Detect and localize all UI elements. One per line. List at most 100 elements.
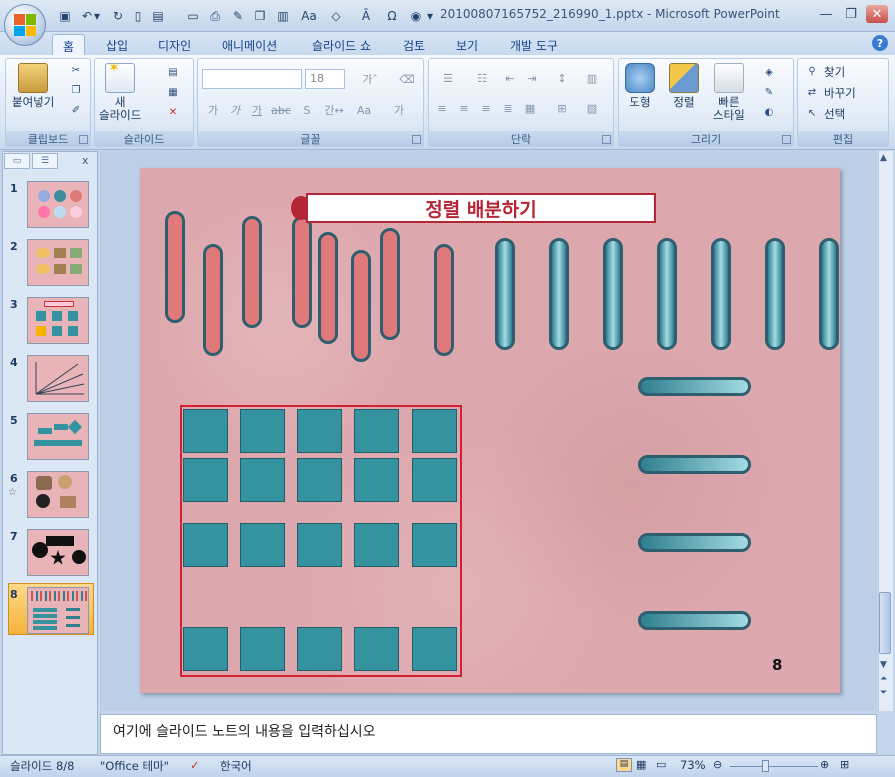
red-pill-shape[interactable] [434,244,454,356]
red-pill-shape[interactable] [292,216,312,328]
align-center-icon[interactable]: ≡ [455,99,473,117]
normal-view-icon[interactable]: ▤ [616,758,632,772]
delete-slide-icon[interactable]: ✕ [165,105,181,119]
tab-slideshow[interactable]: 슬라이드 쇼 [302,34,381,55]
italic-icon[interactable]: 가 [226,101,244,119]
tab-home[interactable]: 홈 [52,34,86,55]
select-button[interactable]: 선택 [824,106,845,122]
new-slide-button[interactable]: ✶ 새 슬라이드 [99,61,141,122]
slide-thumbnail-3[interactable] [27,297,89,344]
teal-pill-shape[interactable] [495,238,515,350]
zoom-out-icon[interactable]: ⊖ [713,758,722,771]
text-direction-icon[interactable]: ⊞ [547,99,577,117]
teal-pill-shape[interactable] [819,238,839,350]
paste-icon[interactable]: ▥ [275,8,291,24]
spell-check-icon[interactable]: ✓ [190,758,200,772]
scroll-up-icon[interactable]: ▲ [880,153,887,163]
copy-small-icon[interactable]: ❐ [68,83,84,97]
zoom-slider-thumb[interactable] [762,760,769,772]
character-icon[interactable]: Ā [358,8,374,24]
teal-square-shape[interactable] [412,409,457,453]
slide-sorter-icon[interactable]: ▦ [636,758,646,771]
omega-icon[interactable]: Ω [384,8,400,24]
tab-view[interactable]: 보기 [446,34,488,55]
undo-dropdown-icon[interactable]: ▾ [92,8,102,24]
slide-thumbnail-5[interactable] [27,413,89,460]
teal-square-shape[interactable] [297,627,342,671]
slide-thumbnail-8[interactable] [27,587,89,634]
teal-square-shape[interactable] [297,458,342,502]
new-document-icon[interactable]: ▯ [130,8,146,24]
office-button[interactable] [4,4,46,46]
teal-square-shape[interactable] [297,523,342,567]
strikethrough-icon[interactable]: abc [271,101,291,119]
font-size-field[interactable]: 18 [305,69,345,89]
reset-icon[interactable]: ▦ [165,85,181,99]
scrollbar-thumb[interactable] [879,592,891,654]
teal-square-shape[interactable] [354,458,399,502]
slide-thumbnail-7[interactable] [27,529,89,576]
teal-square-shape[interactable] [354,627,399,671]
justify-icon[interactable]: ≣ [499,99,517,117]
redo-icon[interactable]: ↻ [110,8,126,24]
layout-icon[interactable]: ▤ [165,65,181,79]
new-slide-qat-icon[interactable]: ▤ [150,8,166,24]
shadow-icon[interactable]: S [298,101,316,119]
find-button[interactable]: 찾기 [824,64,845,80]
teal-horizontal-pill-shape[interactable] [638,533,751,552]
qat-more-icon[interactable]: ▾ [425,8,435,24]
red-pill-shape[interactable] [351,250,371,362]
shape-effects-icon[interactable]: ◐ [761,105,777,119]
language-label[interactable]: 한국어 [220,758,252,774]
red-pill-shape[interactable] [318,232,338,344]
copy-icon[interactable]: ❐ [252,8,268,24]
teal-pill-shape[interactable] [603,238,623,350]
replace-button[interactable]: 바꾸기 [824,85,856,101]
change-case-icon[interactable]: Aa [352,101,376,119]
red-pill-shape[interactable] [165,211,185,323]
clipboard-launcher-icon[interactable] [79,135,88,144]
tab-insert[interactable]: 삽입 [96,34,138,55]
edit-icon[interactable]: ✎ [230,8,246,24]
save-icon[interactable]: ▣ [57,8,73,24]
paragraph-launcher-icon[interactable] [602,135,611,144]
pane-close-button[interactable]: x [82,154,89,167]
char-spacing-icon[interactable]: 간↔ [322,101,346,119]
numbering-icon[interactable]: ☷ [467,69,497,87]
teal-square-shape[interactable] [354,523,399,567]
help-icon[interactable]: ? [872,35,888,51]
teal-pill-shape[interactable] [657,238,677,350]
format-painter-icon[interactable]: ✐ [68,103,84,117]
tab-review[interactable]: 검토 [393,34,435,55]
bold-icon[interactable]: 가 [204,101,222,119]
zoom-in-icon[interactable]: ⊕ [820,758,829,771]
line-spacing-icon[interactable]: ↕ [549,69,575,87]
slides-tab-icon[interactable]: ▭ [4,153,30,169]
teal-square-shape[interactable] [240,409,285,453]
teal-pill-shape[interactable] [765,238,785,350]
align-left-icon[interactable]: ≡ [433,99,451,117]
previous-slide-icon[interactable]: ⏶ [880,674,887,684]
outline-tab-icon[interactable]: ☰ [32,153,58,169]
clear-format-icon[interactable]: ⌫ [398,70,416,88]
smartart-icon[interactable]: ▧ [583,99,601,117]
underline-icon[interactable]: 가 [248,101,266,119]
columns-icon[interactable]: ▥ [583,69,601,87]
shapes-button[interactable]: 도형 [625,63,655,109]
bullets-icon[interactable]: ☰ [433,69,463,87]
teal-horizontal-pill-shape[interactable] [638,377,751,396]
teal-square-shape[interactable] [183,458,228,502]
teal-square-shape[interactable] [240,458,285,502]
teal-square-shape[interactable] [412,627,457,671]
grow-font-icon[interactable]: 가ˆ [350,70,390,88]
next-slide-icon[interactable]: ⏷ [880,688,887,698]
scroll-down-icon[interactable]: ▼ [880,660,887,670]
teal-pill-shape[interactable] [711,238,731,350]
close-button[interactable]: ✕ [866,5,888,23]
font-launcher-icon[interactable] [412,135,421,144]
zoom-level[interactable]: 73% [680,758,706,772]
teal-square-shape[interactable] [183,409,228,453]
tab-design[interactable]: 디자인 [148,34,201,55]
slide-thumbnail-4[interactable] [27,355,89,402]
notes-pane[interactable]: 여기에 슬라이드 노트의 내용을 입력하십시오 [100,714,877,754]
